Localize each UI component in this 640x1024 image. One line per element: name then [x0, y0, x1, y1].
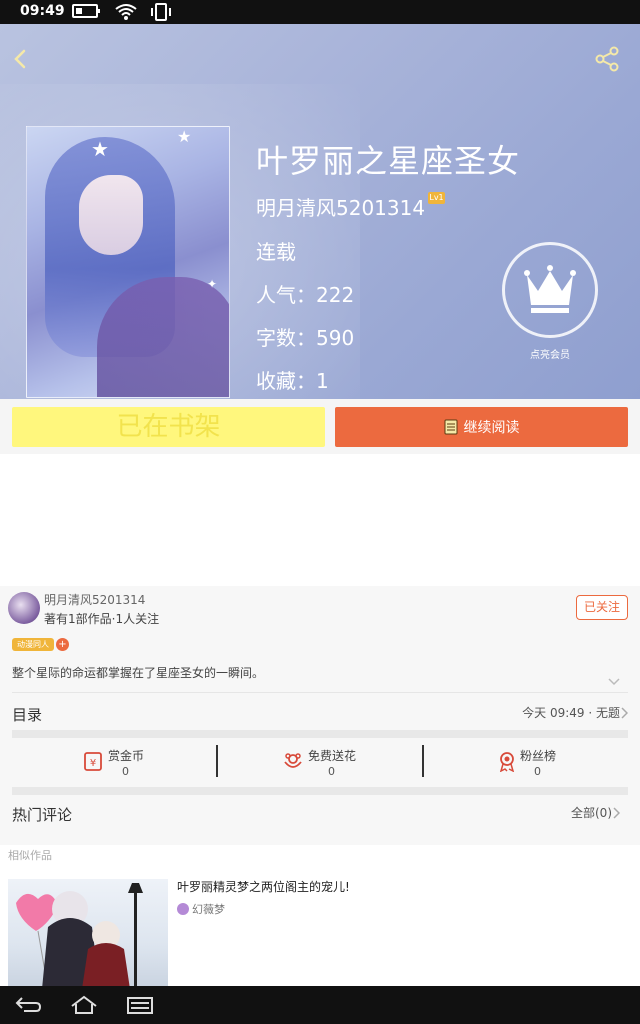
- nav-home-icon[interactable]: [70, 995, 98, 1015]
- flower-icon: [284, 753, 302, 768]
- book-author[interactable]: 明月清风5201314: [256, 192, 425, 221]
- system-nav-bar: [0, 986, 640, 1024]
- divider: [12, 692, 628, 693]
- nav-back-icon[interactable]: [14, 995, 42, 1015]
- book-popularity: 人气：222: [256, 283, 355, 307]
- hot-comments-label: 热门评论: [12, 806, 73, 824]
- back-icon[interactable]: [8, 46, 34, 72]
- similar-work-item[interactable]: 叶罗丽精灵梦之两位阁主的宠儿! 幻薇梦: [0, 869, 640, 986]
- continue-reading-label: 继续阅读: [463, 420, 520, 436]
- all-comments-link[interactable]: 全部(0): [571, 804, 612, 821]
- star-icon: ★: [177, 127, 192, 146]
- nav-menu-icon[interactable]: [126, 995, 154, 1015]
- stat-value: 0: [328, 765, 335, 778]
- free-flowers-button[interactable]: 免费送花 0: [218, 744, 423, 780]
- vip-button[interactable]: [502, 242, 598, 338]
- section-divider: [12, 730, 628, 738]
- battery-icon: [72, 4, 100, 18]
- vibrate-icon: [151, 3, 171, 21]
- similar-cover-art: [16, 883, 143, 986]
- add-tag-button[interactable]: +: [56, 638, 69, 651]
- author-works-count: 著有1部作品·1人关注: [44, 612, 160, 626]
- tip-coins-button[interactable]: ¥ 赏金币 0: [12, 744, 217, 780]
- chevron-right-icon: [621, 707, 628, 719]
- book-summary: 整个星际的命运都掌握在了星座圣女的一瞬间。: [12, 666, 265, 680]
- coin-icon: ¥: [84, 752, 102, 771]
- cover-art-face: [79, 175, 143, 255]
- book-info-panel: 明月清风5201314 著有1部作品·1人关注 已关注 动漫同人 + 整个星际的…: [0, 586, 640, 845]
- action-bar: 已在书架 继续阅读: [0, 399, 640, 454]
- on-shelf-button[interactable]: 已在书架: [12, 407, 325, 447]
- crown-icon: [524, 265, 576, 313]
- vip-label: 点亮会员: [530, 350, 570, 361]
- book-header: ★ ★ ✦ 叶罗丽之星座圣女 明月清风5201314 Lv1 连载 人气：222…: [0, 24, 640, 399]
- status-time: 09:49: [20, 3, 65, 19]
- stat-label: 赏金币: [108, 749, 145, 763]
- toc-label[interactable]: 目录: [12, 704, 42, 725]
- stat-value: 0: [534, 765, 541, 778]
- similar-works-label: 相似作品: [8, 849, 52, 862]
- avatar[interactable]: [8, 592, 40, 624]
- medal-icon: [499, 752, 515, 772]
- status-bar: 09:49: [0, 0, 640, 24]
- level-badge: Lv1: [428, 192, 445, 204]
- similar-work-cover: [8, 879, 168, 986]
- star-icon: ✦: [207, 277, 218, 291]
- stat-value: 0: [122, 765, 129, 778]
- book-icon: [444, 419, 457, 435]
- book-title: 叶罗丽之星座圣女: [256, 142, 521, 180]
- star-icon: ★: [91, 137, 109, 161]
- book-cover[interactable]: ★ ★ ✦: [26, 126, 230, 398]
- svg-text:¥: ¥: [90, 758, 96, 769]
- category-tag[interactable]: 动漫同人: [12, 638, 54, 651]
- follow-button[interactable]: 已关注: [576, 595, 628, 620]
- author-name[interactable]: 明月清风5201314: [44, 591, 145, 608]
- share-icon[interactable]: [594, 46, 620, 72]
- book-word-count: 字数：590: [256, 326, 355, 350]
- chevron-down-icon[interactable]: [608, 678, 620, 686]
- chevron-right-icon: [613, 807, 620, 819]
- content-spacer: [0, 454, 640, 586]
- book-favorites: 收藏：1: [256, 369, 329, 393]
- similar-work-author[interactable]: 幻薇梦: [192, 901, 225, 917]
- stat-label: 粉丝榜: [520, 749, 557, 763]
- fan-ranking-button[interactable]: 粉丝榜 0: [424, 744, 629, 780]
- section-divider: [12, 787, 628, 795]
- toc-latest-chapter[interactable]: 今天 09:49 · 无题: [522, 704, 620, 721]
- similar-work-title[interactable]: 叶罗丽精灵梦之两位阁主的宠儿!: [177, 878, 350, 895]
- continue-reading-button[interactable]: 继续阅读: [335, 407, 628, 447]
- stat-label: 免费送花: [308, 749, 357, 763]
- user-icon: [177, 903, 189, 915]
- wifi-icon: [115, 4, 137, 20]
- book-status: 连载: [256, 240, 296, 264]
